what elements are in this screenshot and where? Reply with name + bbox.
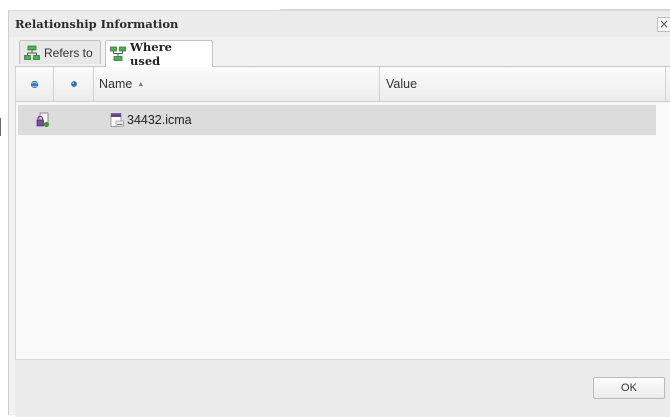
relationship-grid: Name ▲ Value 34432.icma [15,67,670,359]
row-name-cell: 34432.icma [110,105,192,135]
locked-document-icon [36,112,50,128]
tab-refers-to-label: Refers to [44,45,93,60]
dialog-title: Relationship Information [15,17,179,31]
ok-button[interactable]: OK [593,377,665,399]
tab-where-used[interactable]: Where used [105,40,213,68]
column-header-value[interactable]: Value [380,67,666,101]
dialog-titlebar: Relationship Information × [9,11,670,37]
column-header-status-globe[interactable] [16,67,54,101]
tab-strip: Refers to Where used [15,37,670,68]
column-header-name[interactable]: Name ▲ [94,67,380,101]
tab-refers-to[interactable]: Refers to [19,40,101,64]
tab-where-used-label: Where used [130,40,172,68]
status-globe-icon [30,80,39,88]
column-header-value-label: Value [386,77,418,91]
column-header-status-dot[interactable] [54,67,94,101]
where-used-tree-icon [110,46,126,61]
icma-file-icon [110,113,124,127]
status-dot-icon [70,81,77,87]
row-name-text: 34432.icma [127,113,192,127]
background-edge [0,118,1,136]
table-row[interactable]: 34432.icma [18,105,656,135]
close-icon[interactable]: × [657,17,670,32]
column-header-name-label: Name [99,77,133,91]
refers-to-tree-icon [24,45,40,60]
dialog-footer: OK [15,359,670,417]
grid-header: Name ▲ Value [16,67,670,102]
sort-ascending-icon: ▲ [137,81,145,88]
relationship-dialog: Relationship Information × Refers to Whe… [8,10,670,417]
row-status-cell [35,105,51,135]
